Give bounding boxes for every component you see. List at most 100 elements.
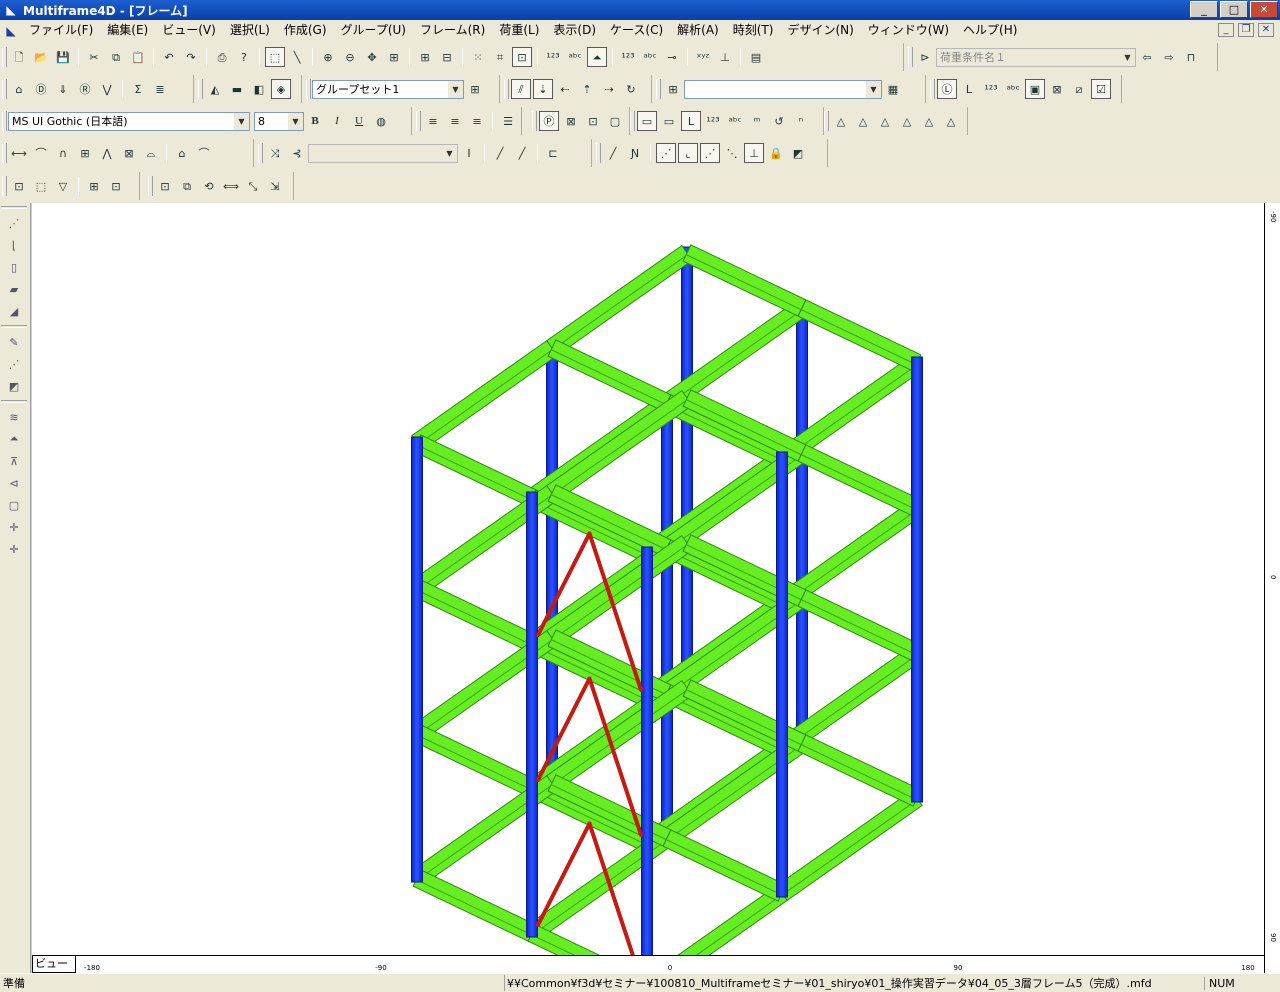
beam-web-line[interactable] — [666, 839, 783, 896]
open-folder-icon[interactable]: 📂 — [31, 47, 51, 67]
view-arrow-icon[interactable]: ↺ — [769, 111, 789, 131]
group-set-combo[interactable]: グループセット1 ▼ — [312, 79, 464, 99]
help-icon[interactable]: ? — [234, 47, 254, 67]
label-cross-icon[interactable]: ⊠ — [1047, 79, 1067, 99]
snap-line-icon[interactable]: ╱ — [603, 143, 623, 163]
chevron-down-icon[interactable]: ▼ — [448, 80, 463, 98]
pan-icon[interactable]: ✥ — [362, 47, 382, 67]
snap-midpoint-icon[interactable]: ⋰ — [700, 143, 720, 163]
draw-slash-icon[interactable]: ╱ — [512, 143, 532, 163]
select-tri-icon[interactable]: ▽ — [53, 176, 73, 196]
load-up-icon[interactable]: ⇡ — [577, 79, 597, 99]
beam-web-line[interactable] — [801, 744, 918, 801]
label-123-icon[interactable]: ¹²³ — [543, 47, 563, 67]
snap-perp-icon[interactable]: ⊥ — [744, 143, 764, 163]
grid-dots-icon[interactable]: ⁙ — [468, 47, 488, 67]
app-logo-icon[interactable]: ◣ — [3, 2, 19, 18]
maximize-button[interactable]: □ — [1220, 1, 1248, 18]
beam-web-line[interactable] — [416, 589, 533, 646]
load-case-combo[interactable]: 荷重条件名１ ▼ — [936, 47, 1136, 67]
section-home-icon[interactable]: ⌂ — [9, 79, 29, 99]
tool-box-icon[interactable]: ▢ — [0, 494, 28, 516]
support-icon[interactable]: ⊥ — [715, 47, 735, 67]
view-m-icon[interactable]: ᵐ — [747, 111, 767, 131]
column-member[interactable] — [911, 356, 923, 803]
menu-case[interactable]: ケース(C) — [603, 20, 670, 41]
view-tab[interactable]: ビュー — [32, 955, 76, 973]
snap-corner-icon[interactable]: ⌞ — [678, 143, 698, 163]
member-line-icon[interactable]: ⟷ — [9, 143, 29, 163]
view-front-icon[interactable]: ▭ — [659, 111, 679, 131]
member-wave-icon[interactable]: ⌓ — [141, 143, 161, 163]
transform-rotate-icon[interactable]: ⟲ — [199, 176, 219, 196]
menu-create[interactable]: 作成(G) — [277, 20, 334, 41]
warning-c-icon[interactable]: △ — [875, 111, 895, 131]
beam-member[interactable] — [797, 734, 922, 807]
zoom-in-icon[interactable]: ⊕ — [318, 47, 338, 67]
snap-diag-icon[interactable]: ⋰ — [656, 143, 676, 163]
member-grid-icon[interactable]: ⊞ — [75, 143, 95, 163]
font-name-combo[interactable]: MS UI Gothic (日本語) ▼ — [8, 111, 250, 131]
lock-icon[interactable]: 🔒 — [766, 143, 786, 163]
frame-grid-icon[interactable]: ⊞ — [415, 47, 435, 67]
select-node-icon[interactable]: ⊡ — [9, 176, 29, 196]
frame-bays-icon[interactable]: ⊟ — [437, 47, 457, 67]
tool-fill-icon[interactable]: ◩ — [0, 375, 28, 397]
chevron-down-icon[interactable]: ▼ — [288, 112, 303, 130]
render-red-icon[interactable]: ▬ — [227, 79, 247, 99]
beam-member[interactable] — [682, 244, 807, 317]
select-grid-icon[interactable]: ⊞ — [84, 176, 104, 196]
align-left-icon[interactable]: ≡ — [423, 111, 443, 131]
plot-frame-icon[interactable]: ⊡ — [583, 111, 603, 131]
render-solid-icon[interactable]: ◈ — [271, 79, 291, 99]
plot-cross-icon[interactable]: ⊠ — [561, 111, 581, 131]
select-members-icon[interactable]: ⬚ — [31, 176, 51, 196]
tool-dots-icon[interactable]: ⋰ — [0, 353, 28, 375]
column-member[interactable] — [776, 451, 788, 898]
arch-icon[interactable]: ⌒ — [194, 143, 214, 163]
snap-end-icon[interactable]: ⋱ — [722, 143, 742, 163]
label-check-icon[interactable]: ☑ — [1091, 79, 1111, 99]
font-size-combo[interactable]: 8 ▼ — [254, 111, 304, 131]
beam-member[interactable] — [412, 579, 537, 652]
portal-icon[interactable]: ⌂ — [172, 143, 192, 163]
render-shade-icon[interactable]: ◭ — [205, 79, 225, 99]
menu-view[interactable]: ビュー(V) — [155, 20, 223, 41]
beam-member[interactable] — [662, 829, 787, 902]
warning-b-icon[interactable]: △ — [853, 111, 873, 131]
transform-mirror-icon[interactable]: ⟺ — [221, 176, 241, 196]
load-point-icon[interactable]: ⇣ — [533, 79, 553, 99]
paste-icon[interactable]: 📋 — [128, 47, 148, 67]
tool-plate-icon[interactable]: ▯ — [0, 256, 28, 278]
chevron-down-icon[interactable]: ▼ — [866, 80, 881, 98]
column-member[interactable] — [681, 246, 693, 693]
warning-f-icon[interactable]: △ — [941, 111, 961, 131]
tool-pencil-icon[interactable]: ✎ — [0, 331, 28, 353]
beam-web-line[interactable] — [416, 444, 533, 501]
menu-select[interactable]: 選択(L) — [223, 20, 277, 41]
beam-member[interactable] — [412, 869, 537, 942]
menu-load[interactable]: 荷重(L) — [492, 20, 546, 41]
load-case-play-icon[interactable]: ⊳ — [915, 47, 935, 67]
view-l-icon[interactable]: L — [681, 111, 701, 131]
beam-web-line[interactable] — [416, 734, 533, 791]
menu-window[interactable]: ウィンドウ(W) — [861, 20, 956, 41]
member-brace-icon[interactable]: ⊠ — [119, 143, 139, 163]
close-button[interactable]: ✕ — [1250, 1, 1278, 18]
measure-icon[interactable]: ⊏ — [543, 143, 563, 163]
sum-icon[interactable]: Σ — [128, 79, 148, 99]
snap-node-icon[interactable]: ⊡ — [512, 47, 532, 67]
view-plan-icon[interactable]: ▭ — [637, 111, 657, 131]
beam-member[interactable] — [797, 444, 922, 517]
transform-extrude-icon[interactable]: ⇲ — [265, 176, 285, 196]
tool-roller-icon[interactable]: ⊲ — [0, 472, 28, 494]
column-member[interactable] — [526, 491, 538, 938]
tool-support-icon[interactable]: ⏶ — [0, 428, 28, 450]
zoom-fit-icon[interactable]: ⊞ — [384, 47, 404, 67]
align-right-icon[interactable]: ≡ — [467, 111, 487, 131]
snap-n-icon[interactable]: Ɲ — [625, 143, 645, 163]
align-center-icon[interactable]: ≡ — [445, 111, 465, 131]
report-icon[interactable]: ≣ — [150, 79, 170, 99]
load-left-icon[interactable]: ⇠ — [555, 79, 575, 99]
load-right-icon[interactable]: ⇢ — [599, 79, 619, 99]
